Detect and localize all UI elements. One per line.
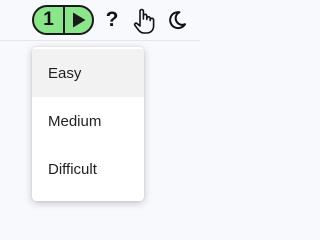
level-number: 1 bbox=[34, 7, 65, 33]
level-play-button[interactable]: 1 bbox=[32, 5, 94, 35]
help-icon[interactable]: ? bbox=[103, 7, 121, 33]
moon-icon[interactable] bbox=[166, 9, 188, 31]
toolbar: 1 ? bbox=[0, 0, 200, 41]
play-icon bbox=[65, 7, 92, 33]
hand-pointer-icon[interactable] bbox=[131, 7, 157, 35]
menu-item-medium[interactable]: Medium bbox=[32, 97, 144, 145]
menu-item-difficult[interactable]: Difficult bbox=[32, 145, 144, 193]
menu-item-easy[interactable]: Easy bbox=[32, 49, 144, 97]
difficulty-menu: Easy Medium Difficult bbox=[32, 47, 144, 201]
